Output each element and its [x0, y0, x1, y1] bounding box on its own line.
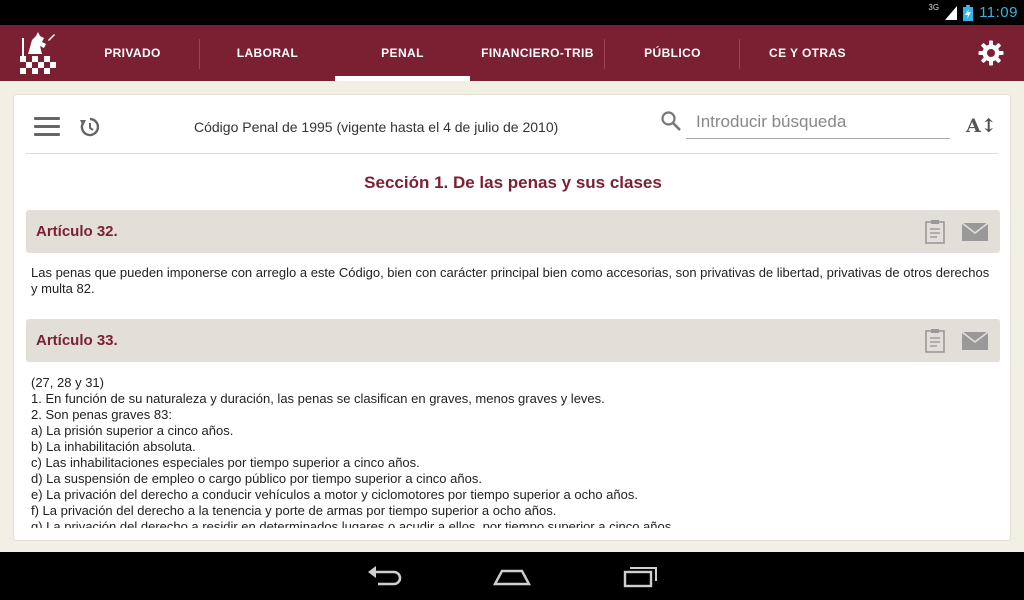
home-icon[interactable]: [492, 562, 532, 590]
section-title: Sección 1. De las penas y sus clases: [364, 173, 662, 192]
article-title: Artículo 33.: [36, 332, 118, 349]
article-line: f) La privación del derecho a la tenenci…: [31, 503, 557, 518]
tab-label: LABORAL: [236, 46, 299, 60]
article-header[interactable]: Artículo 32.: [26, 210, 1000, 253]
article-line: (27, 28 y 31): [31, 375, 104, 390]
menu-icon-bar: [34, 133, 60, 136]
article-line: e) La privación del derecho a conducir v…: [31, 487, 638, 502]
article-line: b) La inhabilitación absoluta.: [31, 439, 196, 454]
app-bar: PRIVADO LABORAL PENAL FINANCIERO-TRIB PÚ…: [0, 25, 1024, 81]
article-body: Las penas que pueden imponerse con arreg…: [31, 265, 990, 296]
tab-financiero-trib[interactable]: FINANCIERO-TRIB: [470, 25, 605, 81]
article-line: c) Las inhabilitaciones especiales por t…: [31, 455, 420, 470]
font-size-button[interactable]: A↕: [966, 115, 997, 141]
app-logo-knight-icon[interactable]: [14, 30, 60, 76]
tab-penal[interactable]: PENAL: [335, 25, 470, 81]
network-type-label: 3G: [928, 3, 940, 12]
status-icons: 3G 11:09: [928, 0, 1018, 25]
battery-charging-icon: [963, 4, 974, 21]
search-icon[interactable]: [660, 110, 682, 132]
signal-icon: [945, 5, 958, 20]
back-icon[interactable]: [364, 562, 404, 590]
menu-icon-bar: [34, 117, 60, 120]
clipboard-copy-icon[interactable]: [924, 328, 946, 353]
status-bar: 3G 11:09: [0, 0, 1024, 25]
article-line: 1. En función de su naturaleza y duració…: [31, 391, 605, 406]
article-title: Artículo 32.: [36, 223, 118, 240]
settings-gear-icon[interactable]: [978, 40, 1004, 66]
history-icon[interactable]: [78, 115, 102, 139]
category-tabs: PRIVADO LABORAL PENAL FINANCIERO-TRIB PÚ…: [65, 25, 875, 81]
menu-button[interactable]: [34, 117, 60, 137]
mail-share-icon[interactable]: [962, 223, 988, 241]
toolbar-divider: [26, 153, 998, 154]
recent-apps-icon[interactable]: [620, 562, 660, 590]
mail-share-icon[interactable]: [962, 332, 988, 350]
document-card: Código Penal de 1995 (vigente hasta el 4…: [13, 94, 1011, 541]
document-title: Código Penal de 1995 (vigente hasta el 4…: [194, 119, 559, 135]
article-line: g) La privación del derecho a residir en…: [31, 519, 675, 528]
tab-label: PRIVADO: [104, 46, 161, 60]
article-body: (27, 28 y 31) 1. En función de su natura…: [31, 375, 999, 528]
system-nav-bar: [0, 552, 1024, 600]
search-input[interactable]: [686, 105, 950, 139]
clipboard-copy-icon[interactable]: [924, 219, 946, 244]
tab-publico[interactable]: PÚBLICO: [605, 25, 740, 81]
tab-label: FINANCIERO-TRIB: [481, 46, 594, 60]
article-line: d) La suspensión de empleo o cargo públi…: [31, 471, 482, 486]
tab-laboral[interactable]: LABORAL: [200, 25, 335, 81]
article-line: 2. Son penas graves 83:: [31, 407, 172, 422]
app-screen: 3G 11:09 PRIVADO LABORAL PENAL FINANCIER…: [0, 0, 1024, 600]
article-line: a) La prisión superior a cinco años.: [31, 423, 234, 438]
tab-label: CE Y OTRAS: [769, 46, 846, 60]
tab-label: PÚBLICO: [644, 46, 701, 60]
article-header[interactable]: Artículo 33.: [26, 319, 1000, 362]
tab-label: PENAL: [381, 46, 424, 60]
tab-ce-y-otras[interactable]: CE Y OTRAS: [740, 25, 875, 81]
clock: 11:09: [979, 4, 1018, 21]
menu-icon-bar: [34, 125, 60, 128]
tab-privado[interactable]: PRIVADO: [65, 25, 200, 81]
